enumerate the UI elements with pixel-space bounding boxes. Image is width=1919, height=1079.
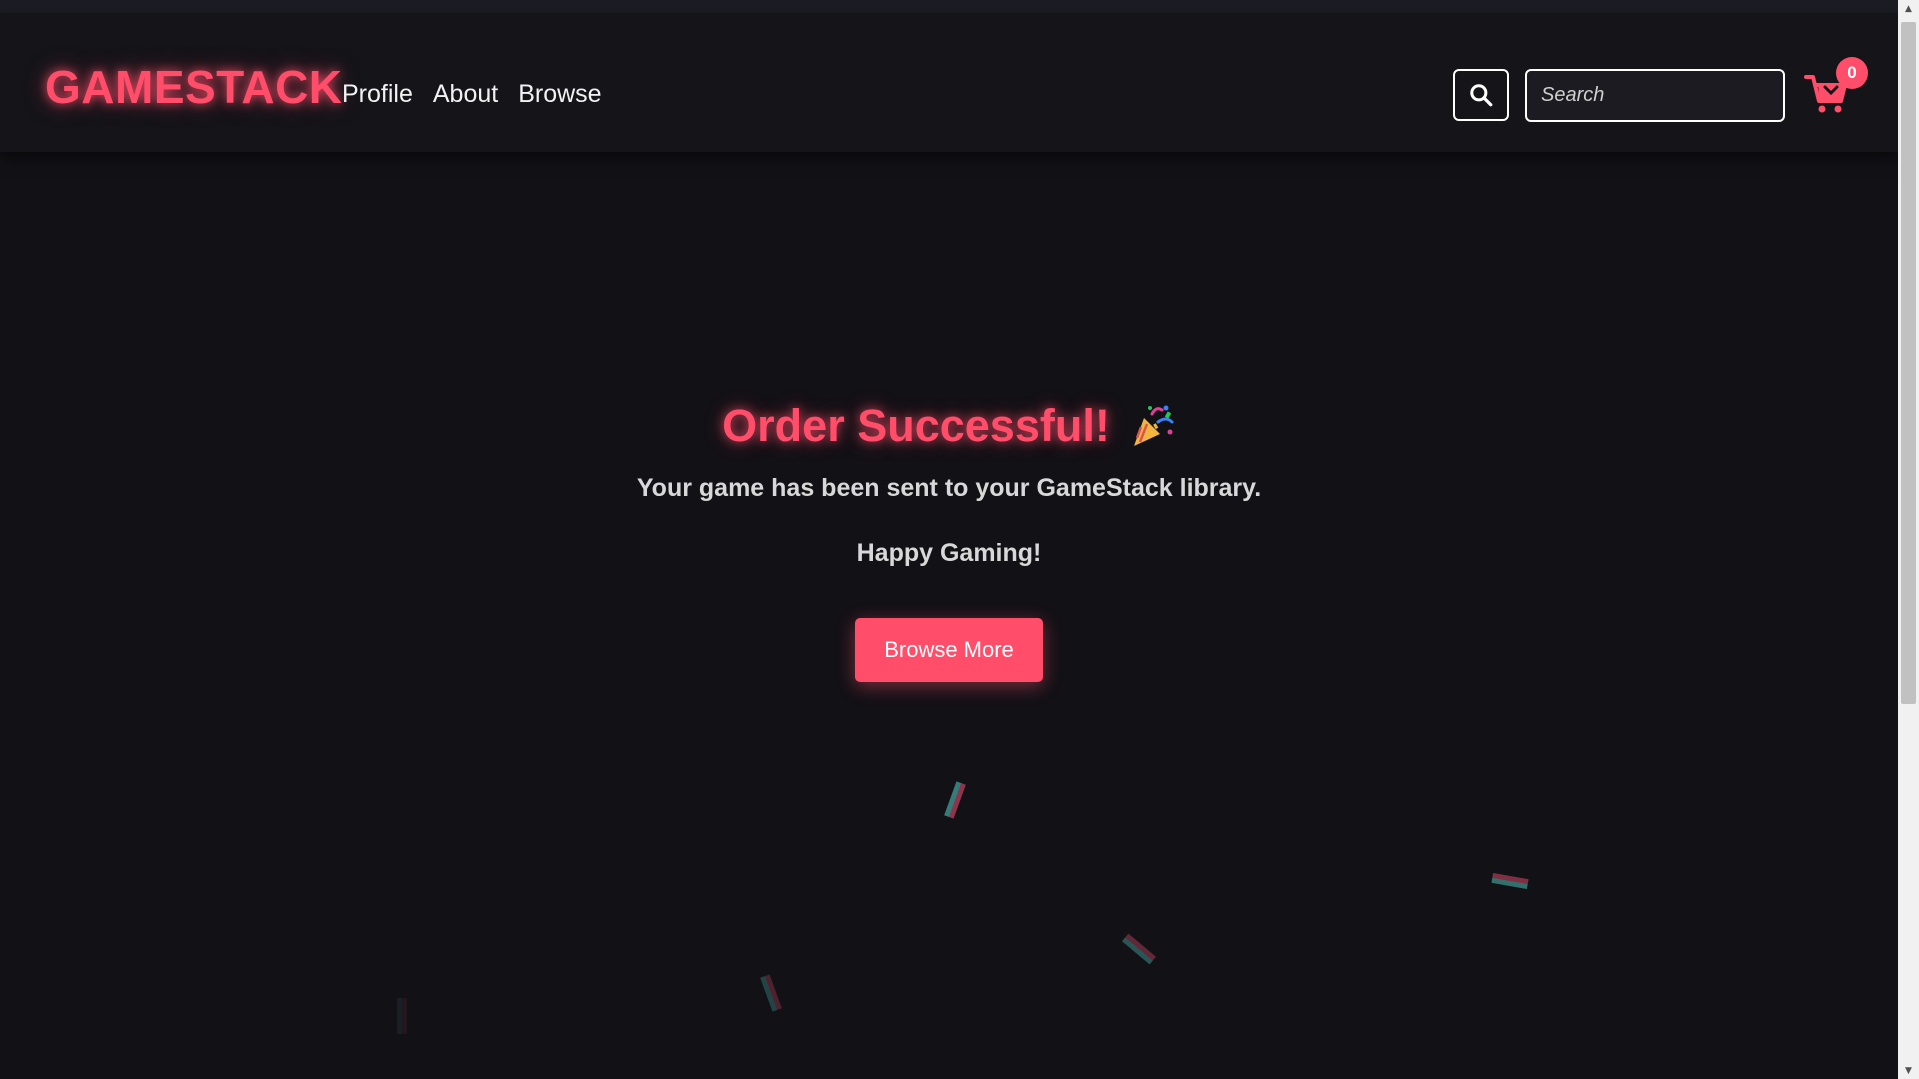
title-row: Order Successful! [0, 400, 1898, 452]
party-popper-icon [1133, 405, 1174, 446]
confetti-piece [1121, 933, 1157, 965]
confirmation-message: Your game has been sent to your GameStac… [636, 474, 1262, 502]
confetti-piece [1491, 872, 1529, 890]
search-icon [1470, 84, 1493, 107]
happy-gaming-message: Happy Gaming! [856, 539, 1042, 567]
search-button[interactable] [1453, 69, 1509, 121]
browse-more-button[interactable]: Browse More [855, 618, 1043, 682]
confetti-piece [760, 974, 782, 1012]
nav-link-about[interactable]: About [433, 80, 498, 109]
nav-links: Profile About Browse [342, 80, 602, 109]
search-input[interactable] [1525, 69, 1785, 122]
cart-count-badge: 0 [1836, 57, 1868, 89]
nav-link-browse[interactable]: Browse [518, 80, 601, 109]
navbar: GAMESTACK Profile About Browse 0 [0, 13, 1898, 152]
scrollbar[interactable]: ▲ ▼ [1898, 0, 1919, 1079]
order-success-panel: Order Successful! Your game has been sen… [0, 400, 1898, 682]
page-title: Order Successful! [722, 400, 1110, 451]
page: GAMESTACK Profile About Browse 0 [0, 0, 1898, 1079]
scroll-down-arrow[interactable]: ▼ [1898, 1062, 1919, 1079]
confetti-piece [944, 781, 966, 819]
brand-logo[interactable]: GAMESTACK [45, 60, 343, 114]
nav-link-profile[interactable]: Profile [342, 80, 413, 109]
top-strip [0, 0, 1898, 13]
scroll-thumb[interactable] [1901, 22, 1916, 704]
scroll-up-arrow[interactable]: ▲ [1898, 0, 1919, 17]
confetti-piece [397, 998, 407, 1034]
